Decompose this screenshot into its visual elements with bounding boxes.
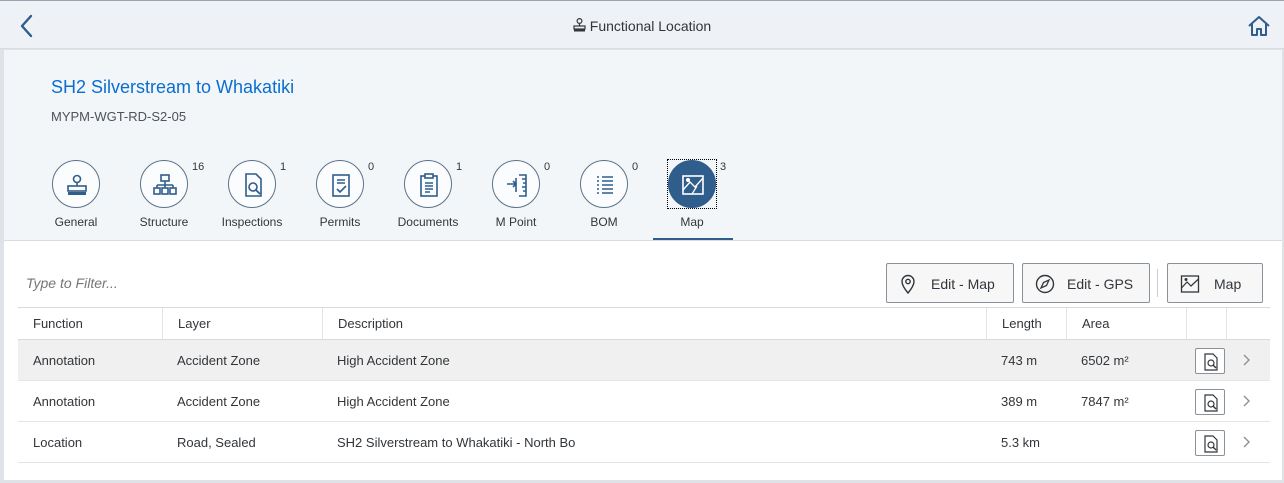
cell-layer: Accident Zone bbox=[177, 352, 261, 368]
filter-input[interactable] bbox=[18, 263, 618, 303]
tab-documents[interactable]: 1 Documents bbox=[388, 160, 468, 240]
object-subtitle: MYPM-WGT-RD-S2-05 bbox=[51, 109, 187, 124]
table-row[interactable]: Annotation Accident Zone High Accident Z… bbox=[18, 340, 1270, 381]
document-search-icon bbox=[1204, 435, 1218, 453]
chevron-right-icon[interactable] bbox=[1240, 434, 1252, 450]
table-header: Function Layer Description Length Area bbox=[18, 307, 1270, 340]
show-on-map-button[interactable] bbox=[1195, 348, 1225, 374]
tab-count: 3 bbox=[720, 161, 727, 173]
chevron-right-icon[interactable] bbox=[1240, 393, 1252, 409]
cell-length: 743 m bbox=[1001, 352, 1038, 368]
tab-inspections[interactable]: 1 Inspections bbox=[212, 160, 292, 240]
table-row[interactable]: Annotation Accident Zone High Accident Z… bbox=[18, 381, 1270, 422]
map-icon bbox=[1180, 275, 1200, 293]
shell-title-container: Functional Location bbox=[0, 18, 1284, 34]
location-card-icon bbox=[67, 174, 87, 195]
cell-description: SH2 Silverstream to Whakatiki - North Bo bbox=[337, 434, 576, 450]
show-on-map-button[interactable] bbox=[1195, 430, 1225, 456]
edit-map-button[interactable]: Edit - Map bbox=[886, 263, 1014, 303]
tab-label: Permits bbox=[319, 215, 361, 229]
shell-title: Functional Location bbox=[589, 18, 712, 34]
column-header: Area bbox=[1066, 308, 1186, 339]
tab-count: 0 bbox=[368, 161, 375, 173]
map-content-panel: Edit - Map Edit - GPS Map Function Layer… bbox=[4, 240, 1282, 480]
home-icon bbox=[1248, 16, 1270, 36]
column-header: Layer bbox=[162, 308, 322, 339]
edit-map-label: Edit - Map bbox=[931, 276, 995, 292]
focus-outline bbox=[667, 159, 717, 209]
tab-count: 1 bbox=[456, 161, 463, 173]
object-header: SH2 Silverstream to Whakatiki MYPM-WGT-R… bbox=[4, 50, 1282, 240]
column-header: Description bbox=[322, 308, 986, 339]
hierarchy-icon bbox=[153, 174, 177, 195]
tab-permits[interactable]: 0 Permits bbox=[300, 160, 380, 240]
tab-general[interactable]: General bbox=[36, 160, 116, 240]
tab-count: 16 bbox=[192, 161, 205, 173]
object-title: SH2 Silverstream to Whakatiki bbox=[51, 77, 295, 97]
column-header-actions bbox=[1186, 308, 1226, 339]
document-search-icon bbox=[1204, 353, 1218, 371]
icon-tab-bar: General 16 Structure 1 Inspections 0 Per… bbox=[4, 159, 764, 240]
tab-m-point[interactable]: 0 M Point bbox=[476, 160, 556, 240]
map-button[interactable]: Map bbox=[1167, 263, 1263, 303]
permit-document-icon bbox=[332, 174, 350, 197]
cell-function: Annotation bbox=[33, 352, 96, 368]
clipboard-icon bbox=[420, 173, 438, 197]
edit-gps-button[interactable]: Edit - GPS bbox=[1022, 263, 1150, 303]
inspect-document-icon bbox=[245, 173, 262, 197]
tab-count: 0 bbox=[544, 161, 551, 173]
cell-description: High Accident Zone bbox=[337, 393, 450, 409]
cell-length: 5.3 km bbox=[1001, 434, 1041, 450]
home-button[interactable] bbox=[1246, 13, 1272, 39]
show-on-map-button[interactable] bbox=[1195, 389, 1225, 415]
cell-area: 7847 m² bbox=[1081, 393, 1129, 409]
tab-label: BOM bbox=[590, 215, 618, 229]
map-button-label: Map bbox=[1214, 276, 1242, 292]
cell-area bbox=[1066, 422, 1186, 462]
tab-label: Structure bbox=[139, 215, 189, 229]
tab-label: Inspections bbox=[221, 215, 283, 229]
tab-label: General bbox=[54, 215, 98, 229]
list-icon bbox=[597, 176, 613, 194]
location-pin-icon bbox=[901, 274, 915, 294]
tab-map[interactable]: 3 Map bbox=[652, 159, 732, 240]
tab-count: 0 bbox=[632, 161, 639, 173]
column-header: Length bbox=[986, 308, 1066, 339]
cell-function: Location bbox=[33, 434, 83, 450]
tab-bom[interactable]: 0 BOM bbox=[564, 160, 644, 240]
tab-structure[interactable]: 16 Structure bbox=[124, 160, 204, 240]
tab-label: Documents bbox=[397, 215, 459, 229]
cell-layer: Accident Zone bbox=[177, 393, 261, 409]
cell-length: 389 m bbox=[1001, 393, 1038, 409]
cell-function: Annotation bbox=[33, 393, 96, 409]
functional-location-icon bbox=[573, 18, 586, 32]
column-header-nav bbox=[1226, 308, 1270, 339]
tab-count: 1 bbox=[280, 161, 287, 173]
shell-bar: Functional Location bbox=[0, 0, 1284, 49]
cell-description: High Accident Zone bbox=[337, 352, 450, 368]
document-search-icon bbox=[1204, 394, 1218, 412]
edit-gps-label: Edit - GPS bbox=[1067, 276, 1134, 292]
tab-label: Map bbox=[680, 215, 704, 229]
compass-icon bbox=[1035, 274, 1055, 294]
chevron-right-icon[interactable] bbox=[1240, 352, 1252, 368]
cell-area: 6502 m² bbox=[1081, 352, 1129, 368]
map-objects-table: Function Layer Description Length Area A… bbox=[18, 307, 1270, 463]
toolbar-separator bbox=[1157, 269, 1158, 297]
table-row[interactable]: Location Road, Sealed SH2 Silverstream t… bbox=[18, 422, 1270, 463]
measuring-point-icon bbox=[507, 174, 527, 197]
cell-layer: Road, Sealed bbox=[177, 434, 256, 450]
column-header: Function bbox=[33, 316, 83, 331]
tab-label: M Point bbox=[495, 215, 537, 229]
